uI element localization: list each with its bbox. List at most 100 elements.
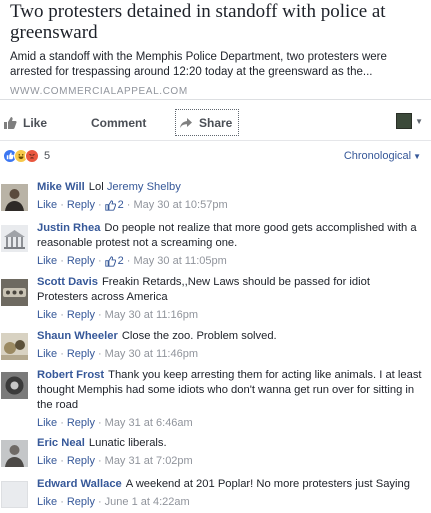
comment-reply-link[interactable]: Reply xyxy=(67,347,95,362)
separator-dot: · xyxy=(60,496,64,508)
separator-dot: · xyxy=(60,309,64,321)
comment-timestamp[interactable]: May 31 at 7:02pm xyxy=(105,454,193,469)
link-preview-card[interactable]: Two protesters detained in standoff with… xyxy=(0,0,431,100)
separator-dot: · xyxy=(97,348,102,360)
comment-text: Lol xyxy=(88,181,104,193)
separator-dot: · xyxy=(60,255,64,267)
share-label: Share xyxy=(199,115,233,130)
like-count-value: 2 xyxy=(117,255,124,267)
comment-like-link[interactable]: Like xyxy=(37,198,57,213)
comment-text-line: Mike Will Lol Jeremy Shelby xyxy=(37,180,423,195)
link-domain: WWW.COMMERCIALAPPEAL.COM xyxy=(10,86,188,97)
comment-text-line: Eric Neal Lunatic liberals. xyxy=(37,436,423,451)
comment-text: Lunatic liberals. xyxy=(88,437,167,449)
separator-dot: · xyxy=(97,455,102,467)
comment-text-line: Scott Davis Freakin Retards,,New Laws sho… xyxy=(37,275,423,305)
share-arrow-icon xyxy=(179,116,193,130)
separator-dot: · xyxy=(97,199,102,211)
comment-timestamp[interactable]: May 30 at 11:46pm xyxy=(105,347,198,362)
comment-meta: Like · Reply · May 30 at 11:46pm xyxy=(37,347,423,362)
comment-meta: Like · Reply · May 30 at 11:16pm xyxy=(37,308,423,323)
comment-label: Comment xyxy=(91,115,147,130)
separator-dot: · xyxy=(126,199,131,211)
commenter-name[interactable]: Eric Neal xyxy=(37,437,85,449)
order-label: Chronological xyxy=(343,150,412,162)
link-title[interactable]: Two protesters detained in standoff with… xyxy=(10,1,421,43)
comment-timestamp[interactable]: June 1 at 4:22am xyxy=(105,495,190,510)
comment-reply-link[interactable]: Reply xyxy=(67,495,95,510)
avatar[interactable] xyxy=(1,481,28,508)
commenter-name[interactable]: Shaun Wheeler xyxy=(37,330,118,342)
comment-reply-link[interactable]: Reply xyxy=(67,308,95,323)
comment-reply-link[interactable]: Reply xyxy=(67,254,95,269)
separator-dot: · xyxy=(60,417,64,429)
page-avatar xyxy=(396,113,413,129)
comment-like-count[interactable]: 2 xyxy=(104,254,124,269)
comment-reply-link[interactable]: Reply xyxy=(67,416,95,431)
comment-text-line: Edward Wallace A weekend at 201 Poplar! N… xyxy=(37,477,423,492)
avatar[interactable] xyxy=(1,184,28,211)
comment-icon xyxy=(71,116,85,130)
comment-like-link[interactable]: Like xyxy=(37,495,57,510)
share-button[interactable]: Share xyxy=(175,109,240,136)
thumbs-up-icon xyxy=(104,256,116,267)
like-count-value: 2 xyxy=(117,199,124,211)
commenter-name[interactable]: Edward Wallace xyxy=(37,478,122,490)
comment-like-link[interactable]: Like xyxy=(37,454,57,469)
reaction-count[interactable]: 5 xyxy=(44,150,50,162)
commenter-name[interactable]: Robert Frost xyxy=(37,369,104,381)
chevron-down-icon: ▼ xyxy=(413,152,421,161)
comment-like-link[interactable]: Like xyxy=(37,308,57,323)
separator-dot: · xyxy=(126,255,131,267)
comment-meta: Like · Reply · June 1 at 4:22am xyxy=(37,495,423,510)
thumbs-up-icon xyxy=(3,116,17,130)
comment-timestamp[interactable]: May 30 at 11:05pm xyxy=(133,254,226,269)
separator-dot: · xyxy=(97,496,102,508)
angry-icon xyxy=(25,149,39,163)
post-as-selector[interactable]: ▼ xyxy=(396,113,423,129)
comment-timestamp[interactable]: May 30 at 11:16pm xyxy=(105,308,198,323)
separator-dot: · xyxy=(60,348,64,360)
comment-meta: Like · Reply · 2 · May 30 at 11:05pm xyxy=(37,254,423,269)
comment-text: A weekend at 201 Poplar! No more protest… xyxy=(125,478,410,490)
avatar[interactable] xyxy=(1,372,28,399)
comment-text-line: Justin Rhea Do people not realize that mo… xyxy=(37,221,423,251)
comment-order-dropdown[interactable]: Chronological ▼ xyxy=(344,150,421,162)
link-description: Amid a standoff with the Memphis Police … xyxy=(10,51,387,78)
divider xyxy=(0,140,431,141)
separator-dot: · xyxy=(97,255,102,267)
commenter-name[interactable]: Scott Davis xyxy=(37,276,98,288)
comment-button[interactable]: Comment xyxy=(71,109,146,136)
like-label: Like xyxy=(23,115,48,130)
chevron-down-icon: ▼ xyxy=(415,116,423,126)
comment-like-link[interactable]: Like xyxy=(37,347,57,362)
comment-text-line: Robert Frost Thank you keep arresting the… xyxy=(37,368,423,413)
separator-dot: · xyxy=(60,199,64,211)
avatar[interactable] xyxy=(1,225,28,252)
comment-meta: Like · Reply · 2 · May 30 at 10:57pm xyxy=(37,198,423,213)
commenter-name[interactable]: Mike Will xyxy=(37,181,85,193)
like-button[interactable]: Like xyxy=(3,109,47,136)
comment-reply-link[interactable]: Reply xyxy=(67,198,95,213)
comment-text-line: Shaun Wheeler Close the zoo. Problem solv… xyxy=(37,329,423,344)
avatar[interactable] xyxy=(1,440,28,467)
reaction-summary: 5 Chronological ▼ xyxy=(0,149,431,165)
comment-reply-link[interactable]: Reply xyxy=(67,454,95,469)
separator-dot: · xyxy=(97,309,102,321)
comment-timestamp[interactable]: May 30 at 10:57pm xyxy=(133,198,227,213)
post-action-bar: Like Comment Share ▼ xyxy=(0,109,431,136)
thumbs-up-icon xyxy=(104,200,116,211)
comment-timestamp[interactable]: May 31 at 6:46am xyxy=(105,416,193,431)
comment-meta: Like · Reply · May 31 at 6:46am xyxy=(37,416,423,431)
commenter-name[interactable]: Justin Rhea xyxy=(37,222,100,234)
tagged-user[interactable]: Jeremy Shelby xyxy=(107,181,181,193)
avatar[interactable] xyxy=(1,279,28,306)
avatar[interactable] xyxy=(1,333,28,360)
comment-like-count[interactable]: 2 xyxy=(104,198,124,213)
comment-text: Close the zoo. Problem solved. xyxy=(121,330,277,342)
comment-like-link[interactable]: Like xyxy=(37,416,57,431)
comment-like-link[interactable]: Like xyxy=(37,254,57,269)
reaction-icons[interactable]: 5 xyxy=(3,149,50,163)
separator-dot: · xyxy=(60,455,64,467)
separator-dot: · xyxy=(97,417,102,429)
